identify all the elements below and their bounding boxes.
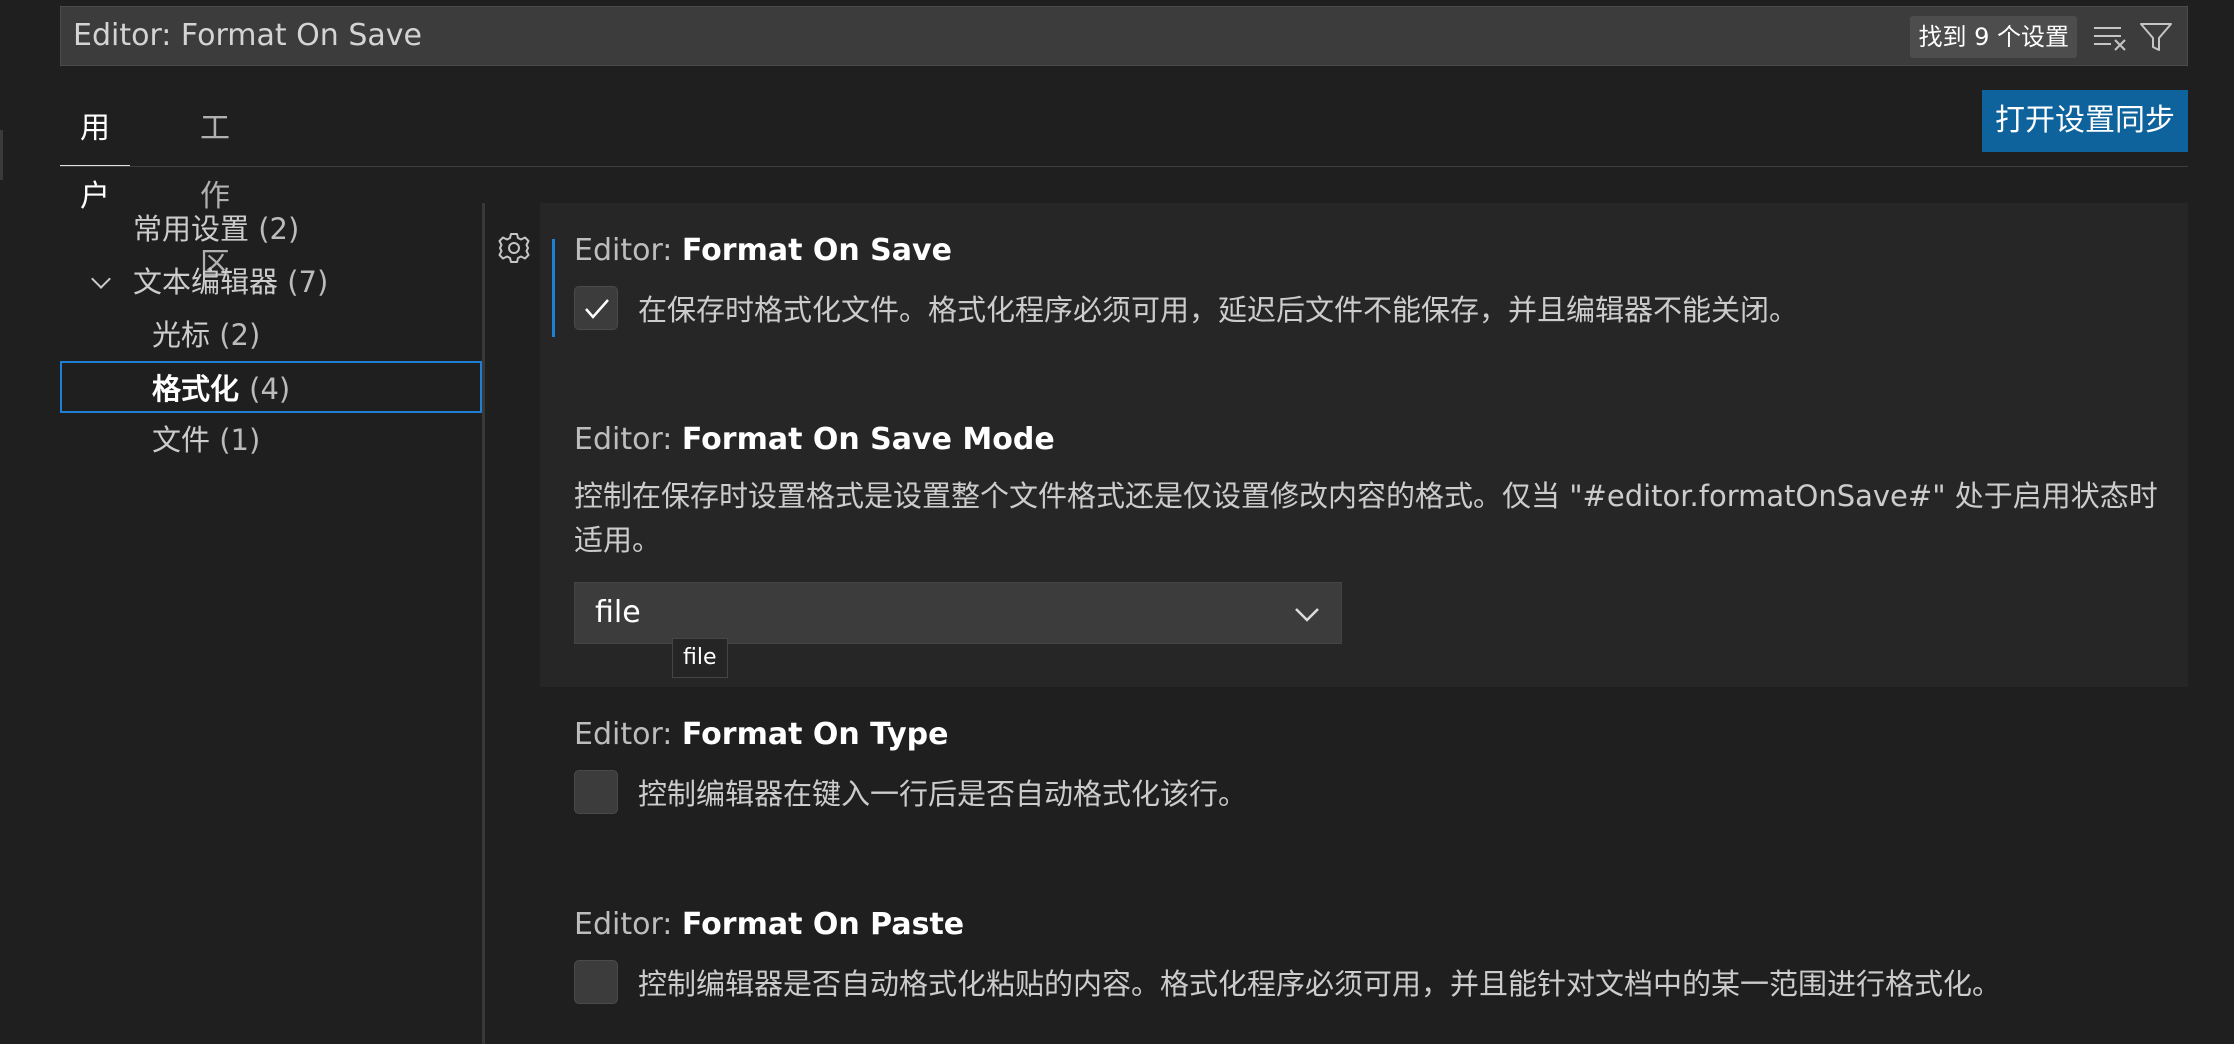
settings-sync-button[interactable]: 打开设置同步 [1982,90,2188,152]
setting-title: Editor: Format On Save Mode [574,422,1055,457]
setting-format-on-type: Editor: Format On Type 控制编辑器在键入一行后是否自动格式… [540,687,2188,867]
tab-workspace[interactable]: 工作区 [180,95,250,282]
setting-format-on-paste: Editor: Format On Paste 控制编辑器是否自动格式化粘贴的内… [540,877,2188,1044]
value-tooltip: file [672,638,728,678]
toc-item-formatting[interactable]: 格式化 (4) [60,361,482,413]
tabs-divider [60,166,2188,167]
chevron-down-icon [91,269,111,289]
setting-title: Editor: Format On Type [574,717,948,752]
setting-category: Editor: [574,717,682,752]
activity-bar-edge [0,130,3,180]
gear-icon[interactable] [496,230,532,266]
toc-item-count: (2) [219,318,261,352]
toc-item-count: (7) [287,265,329,299]
setting-name: Format On Save Mode [681,422,1055,457]
setting-category: Editor: [574,907,682,942]
toc-divider[interactable] [482,203,485,1044]
setting-title: Editor: Format On Save [574,233,952,268]
select-value: file [595,595,641,630]
setting-category: Editor: [574,422,682,457]
chevron-down-icon [1295,608,1319,622]
toc-item-cursor[interactable]: 光标 (2) [60,309,482,361]
setting-format-on-save: Editor: Format On Save 在保存时格式化文件。格式化程序必须… [540,203,2188,389]
setting-name: Format On Type [681,717,949,752]
toc-item-label: 文件 [152,423,211,457]
setting-category: Editor: [574,233,682,268]
setting-description: 在保存时格式化文件。格式化程序必须可用，延迟后文件不能保存，并且编辑器不能关闭。 [638,293,1799,327]
toc-item-label: 文本编辑器 [133,265,279,299]
filter-icon[interactable] [2137,19,2175,55]
settings-search-bar[interactable]: Editor: Format On Save 找到 9 个设置 [60,6,2188,66]
toc-item-text-editor[interactable]: 文本编辑器 (7) [60,256,482,308]
toc-item-count: (2) [258,212,300,246]
setting-title: Editor: Format On Paste [574,907,964,942]
toc-item-label: 光标 [152,318,211,352]
format-on-save-checkbox[interactable] [574,286,618,330]
results-count-badge: 找到 9 个设置 [1910,16,2077,58]
focus-indicator [552,239,555,337]
toc-item-common[interactable]: 常用设置 (2) [60,203,482,255]
setting-name: Format On Save [681,233,952,268]
setting-description: 控制编辑器在键入一行后是否自动格式化该行。 [638,777,1248,811]
search-input[interactable]: Editor: Format On Save [73,7,422,65]
format-on-save-mode-select[interactable]: file [574,582,1342,644]
toc-item-label: 格式化 [152,372,240,406]
setting-format-on-save-mode: Editor: Format On Save Mode 控制在保存时设置格式是设… [540,389,2188,687]
toc-item-label: 常用设置 [133,212,250,246]
setting-name: Format On Paste [681,907,965,942]
toc-item-count: (4) [249,372,291,406]
setting-description: 控制在保存时设置格式是设置整个文件格式还是仅设置修改内容的格式。仅当 "#edi… [574,479,2158,557]
format-on-type-checkbox[interactable] [574,770,618,814]
toc-item-count: (1) [219,423,261,457]
toc-item-files[interactable]: 文件 (1) [60,414,482,466]
format-on-paste-checkbox[interactable] [574,960,618,1004]
setting-description: 控制编辑器是否自动格式化粘贴的内容。格式化程序必须可用，并且能针对文档中的某一范… [638,967,2002,1001]
clear-filter-icon[interactable] [2091,19,2129,55]
check-icon [585,299,609,319]
tab-user[interactable]: 用户 [60,95,130,214]
